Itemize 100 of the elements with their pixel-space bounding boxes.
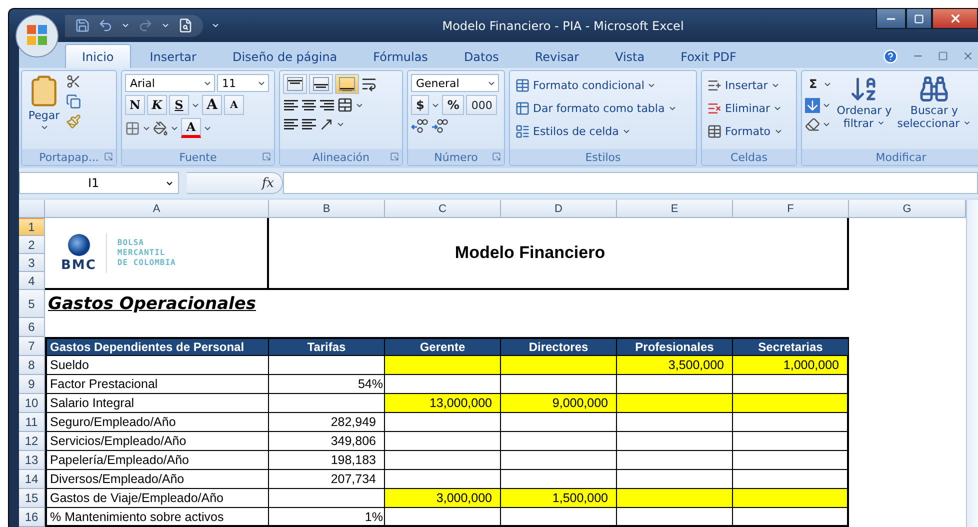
close-button[interactable] [932,9,978,29]
styles-menu-button[interactable]: Dar formato como tabla [513,97,679,119]
autosum-button[interactable]: Σ [805,74,822,94]
column-header[interactable]: F [733,200,849,218]
caret-icon[interactable] [211,21,220,30]
row-header[interactable]: 2 [19,236,45,254]
copy-icon[interactable] [66,94,81,109]
ribbon-tab[interactable]: Inicio [65,44,131,68]
vertical-align-button[interactable] [335,74,359,94]
dialog-launcher-icon[interactable] [262,152,271,161]
vertical-scrollbar[interactable] [966,200,978,527]
list-icon [707,100,722,116]
table-cell: Servicios/Empleado/Año [45,432,269,451]
dialog-launcher-icon[interactable] [104,152,113,161]
shrink-font-button[interactable]: A [224,95,244,115]
underline-button[interactable]: S [169,95,189,115]
caret-icon[interactable] [121,21,130,30]
ribbon-tab[interactable]: Insertar [132,44,214,68]
paste-button[interactable]: Pegar [25,74,63,146]
cells-menu-button[interactable]: Insertar [705,74,784,96]
styles-menu-button[interactable]: Estilos de celda [513,120,679,142]
row-header[interactable]: 5 [19,290,45,318]
row-header[interactable]: 1 [19,218,45,236]
ribbon-tab[interactable]: Vista [598,44,662,68]
ribbon-tab[interactable]: Diseño de página [215,44,354,68]
paintbrush-icon[interactable] [66,114,81,129]
save-icon[interactable] [75,18,90,33]
sort-filter-button[interactable]: Ordenar y filtrar [835,74,894,146]
column-header[interactable]: C [385,200,501,218]
undo-icon[interactable] [98,18,113,33]
ribbon-tab[interactable]: Fórmulas [356,44,445,68]
help-icon[interactable] [883,48,898,64]
column-header[interactable]: G [849,200,966,218]
eraser-icon[interactable] [805,117,820,132]
find-select-button[interactable]: Buscar y seleccionar [896,74,972,146]
column-header[interactable]: E [617,200,733,218]
restore-icon[interactable] [938,51,948,61]
column-header[interactable]: A [45,200,269,218]
number-format-field[interactable]: General [411,74,499,92]
ribbon-tab[interactable]: Datos [446,44,516,68]
borders-icon[interactable] [125,120,140,136]
percent-button[interactable]: % [442,95,464,115]
fill-down-icon[interactable] [805,98,820,113]
decrease-indent-icon[interactable] [283,116,299,132]
italic-button[interactable]: K [147,95,167,115]
align-center-icon[interactable] [301,97,317,113]
wrap-text-icon[interactable] [361,76,377,92]
styles-menu-button[interactable]: Formato condicional [513,74,679,96]
align-left-icon[interactable] [283,97,299,113]
row-header[interactable]: 6 [19,318,45,337]
row-header[interactable]: 7 [19,337,45,356]
row-header[interactable]: 12 [19,432,45,451]
row-header[interactable]: 14 [19,470,45,489]
maximize-button[interactable] [906,9,932,29]
row-header[interactable]: 8 [19,356,45,375]
name-box[interactable]: I1 [19,172,179,194]
cells-menu-button[interactable]: Formato [705,120,784,142]
bold-button[interactable]: N [125,95,145,115]
thousands-button[interactable]: 000 [466,95,498,115]
ribbon-tab[interactable]: Revisar [518,44,596,68]
print-preview-icon[interactable] [178,18,193,33]
row-header[interactable]: 13 [19,451,45,470]
fill-color-icon[interactable] [153,120,168,136]
table-cell: 3,500,000 [617,356,733,375]
row-header[interactable]: 3 [19,254,45,272]
align-right-icon[interactable] [319,97,335,113]
font-name-field[interactable]: Arial [125,74,215,92]
orientation-icon[interactable] [319,116,334,132]
caret-icon[interactable] [161,21,170,30]
row-header[interactable]: 16 [19,508,45,527]
ribbon-tab[interactable]: Foxit PDF [664,44,754,68]
row-header[interactable]: 11 [19,413,45,432]
increase-indent-icon[interactable] [301,116,317,132]
column-header[interactable]: D [501,200,617,218]
close-icon[interactable] [962,50,974,62]
insert-function-button[interactable]: fx [187,172,283,194]
group-label: Celdas [730,150,768,164]
dialog-launcher-icon[interactable] [492,152,501,161]
vertical-align-button[interactable] [283,74,307,94]
merge-cells-icon[interactable] [337,97,353,113]
cells-menu-button[interactable]: Eliminar [705,97,784,119]
formula-field[interactable] [283,172,978,194]
decrease-decimal-icon[interactable] [431,118,449,134]
grow-font-button[interactable]: A [202,95,222,115]
dialog-launcher-icon[interactable] [390,152,399,161]
column-header[interactable]: B [269,200,385,218]
table-header-cell: Tarifas [269,337,385,356]
row-header[interactable]: 10 [19,394,45,413]
increase-decimal-icon[interactable] [411,118,429,134]
group-label: Número [434,150,478,164]
caret-icon[interactable] [822,101,831,110]
font-color-button[interactable]: A [181,118,201,138]
row-header[interactable]: 15 [19,489,45,508]
row-header[interactable]: 4 [19,272,45,290]
scissors-icon[interactable] [66,74,81,89]
minimize-button[interactable] [876,9,906,29]
vertical-align-button[interactable] [309,74,333,94]
currency-button[interactable]: $ [411,95,430,115]
row-header[interactable]: 9 [19,375,45,394]
font-size-field[interactable]: 11 [217,74,269,92]
